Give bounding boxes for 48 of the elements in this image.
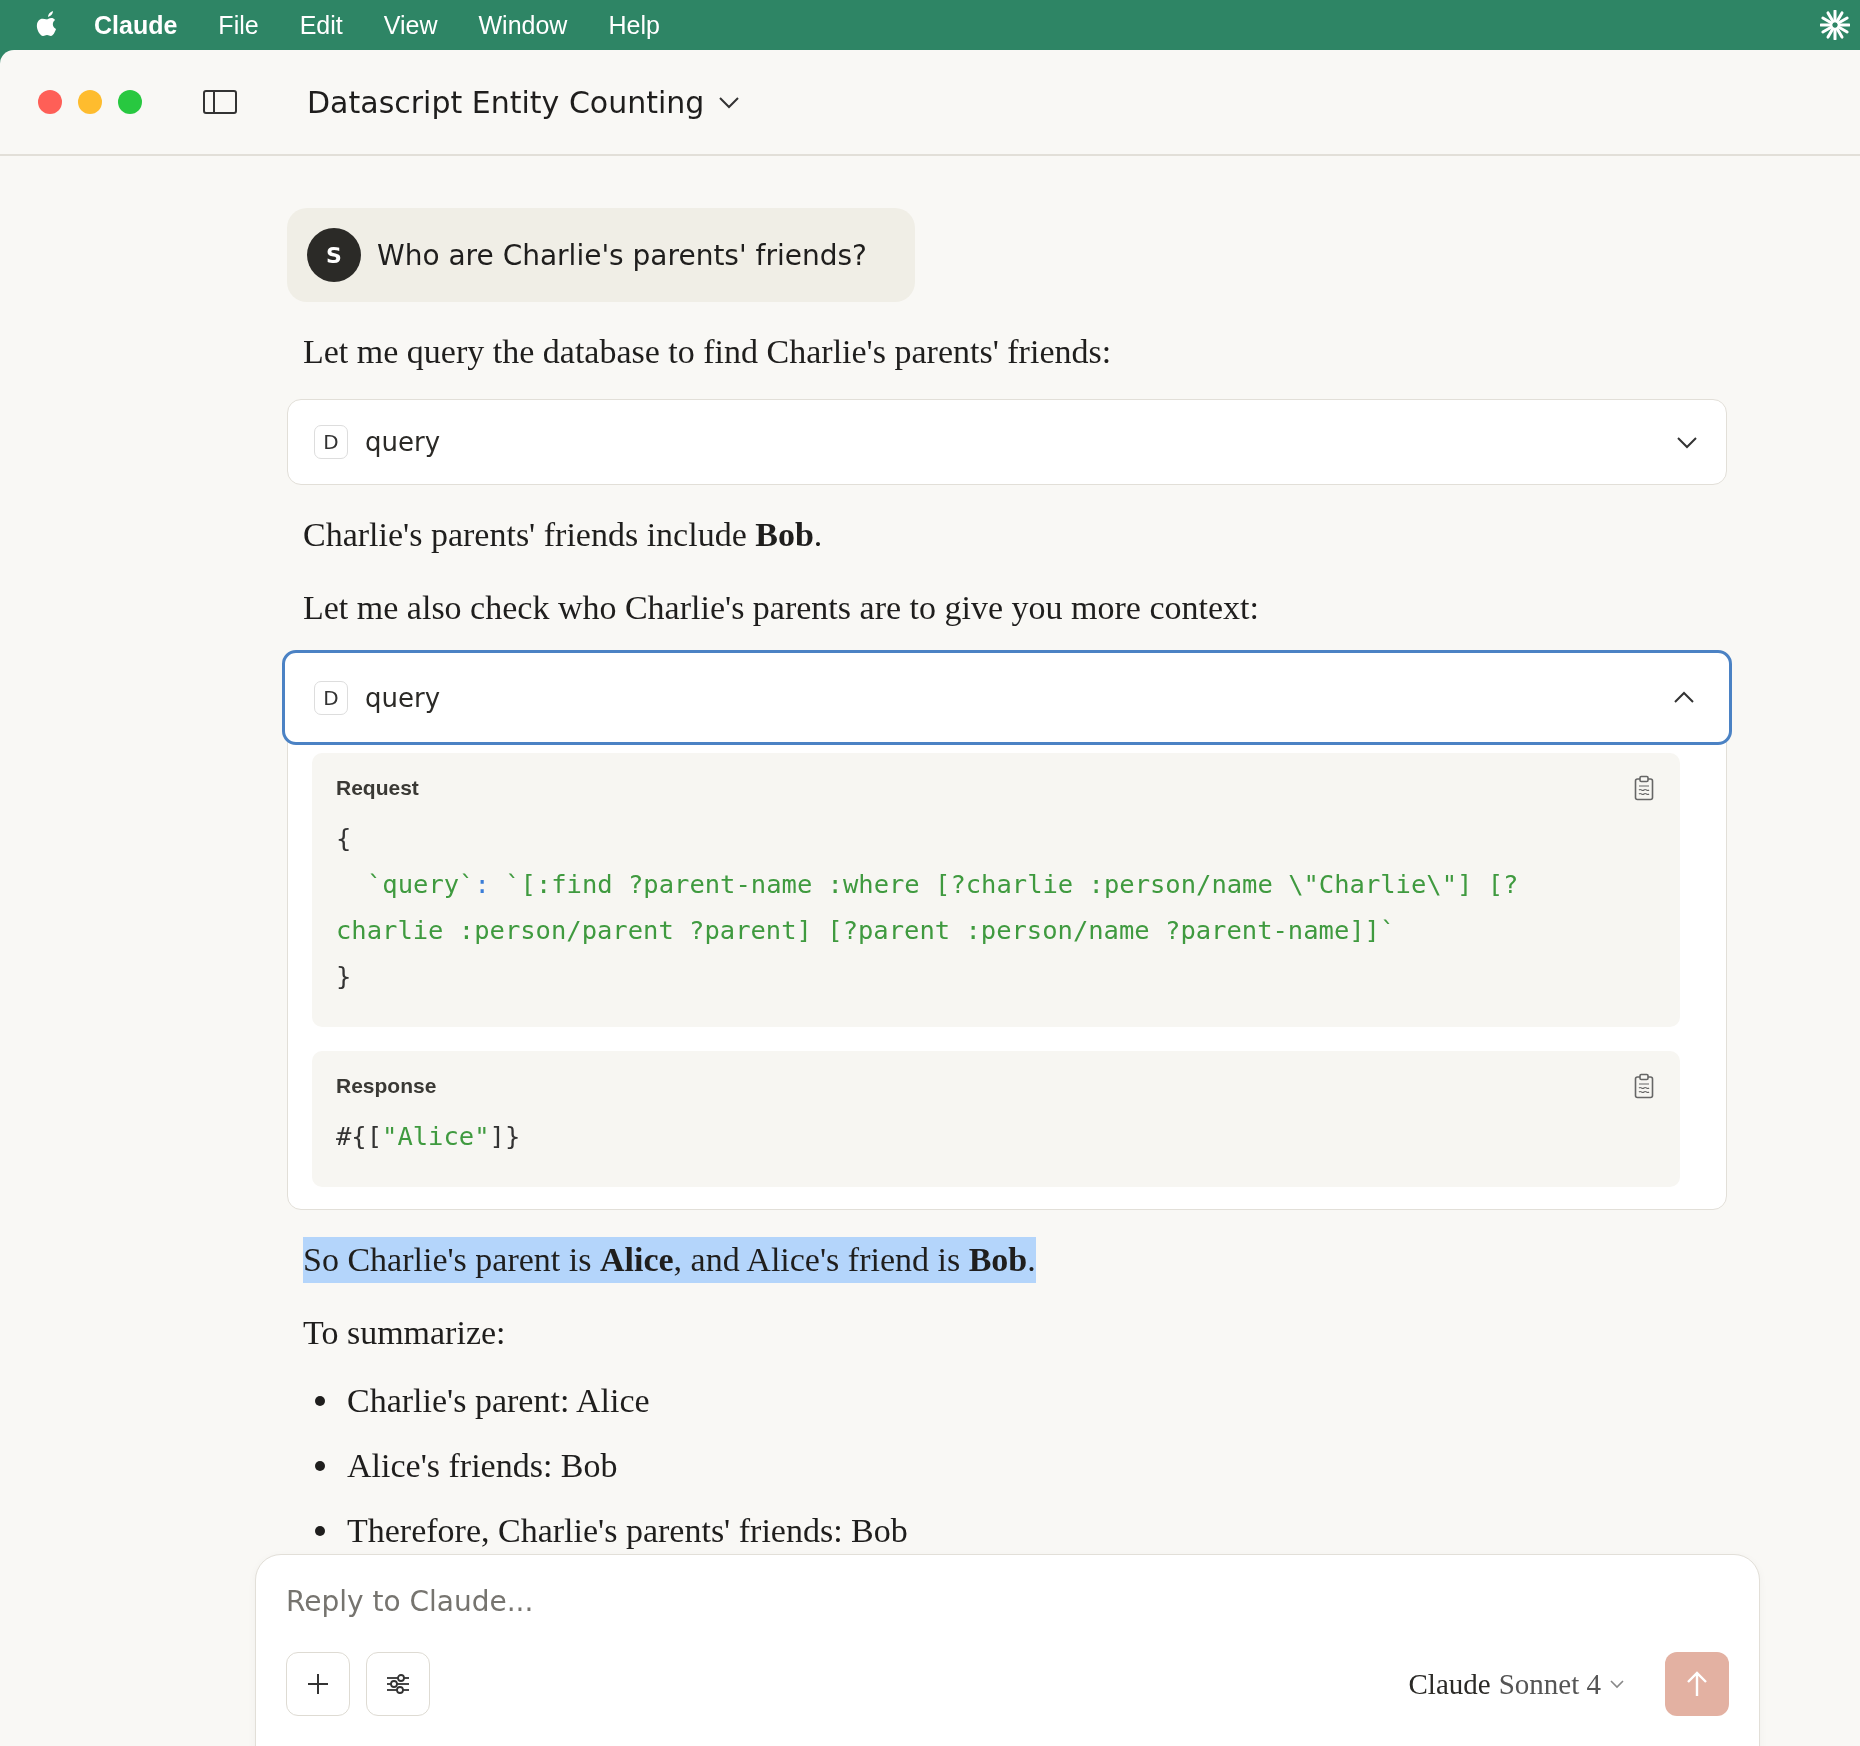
window-title[interactable]: Datascript Entity Counting (307, 84, 705, 120)
tool-call-header[interactable]: D query (282, 650, 1732, 745)
reply-field[interactable]: Reply to Claude... (286, 1585, 1686, 1618)
list-item-text: Charlie's parent: Alice (347, 1381, 650, 1420)
section-title: Request (336, 776, 419, 800)
message-text: Let me also check who Charlie's parents are to give you more context: (303, 588, 1259, 628)
tool-name: query (365, 427, 442, 457)
menu-item[interactable]: File (218, 10, 259, 40)
message-text: Let me query the database to find Charlie's parents' friends: (303, 332, 1112, 372)
arrow-up-icon (1685, 1670, 1709, 1698)
plus-icon (306, 1672, 330, 1696)
menu-item[interactable]: Help (608, 10, 660, 40)
message-text: To summarize: (303, 1313, 506, 1353)
chevron-down-icon (1609, 1679, 1625, 1689)
code-line: #{["Alice"]} (336, 1120, 522, 1153)
menu-item[interactable]: Edit (299, 10, 343, 40)
model-selector[interactable]: Claude Sonnet 4 (1402, 1666, 1631, 1702)
code-line: charlie :person/parent ?parent] [?parent :person/name ?parent-name]]` (336, 914, 1397, 947)
sliders-icon (385, 1673, 411, 1695)
message-text: Who are Charlie's parents' friends? (377, 238, 867, 272)
chevron-down-icon (1676, 435, 1698, 449)
message-text: Charlie's parents' friends include Bob. (303, 515, 823, 555)
settings-button[interactable] (366, 1652, 430, 1716)
user-avatar: S (307, 228, 361, 282)
code-line: { (336, 822, 353, 855)
clipboard-icon[interactable] (1634, 775, 1654, 801)
tool-badge: D (314, 425, 348, 459)
clipboard-icon[interactable] (1634, 1073, 1654, 1099)
list-item-text: Therefore, Charlie's parents' friends: Bob (347, 1511, 908, 1550)
bullet-icon (315, 1460, 325, 1471)
close-button[interactable] (38, 90, 62, 114)
bullet-icon (315, 1525, 325, 1536)
tool-name: query (365, 682, 442, 713)
menu-item[interactable]: Claude (94, 10, 178, 40)
bullet-icon (315, 1395, 325, 1406)
sidebar-toggle-icon[interactable] (203, 90, 237, 114)
selected-text: So Charlie's parent is Alice, and Alice's friend is Bob. (303, 1237, 1036, 1283)
chevron-up-icon (1673, 691, 1695, 704)
code-line: } (336, 960, 353, 993)
asterisk-icon[interactable] (1820, 10, 1850, 40)
code-line: `query`: `[:find ?parent-name :where [?charlie :person/name \"Charlie\"] [? (366, 868, 1520, 901)
chevron-down-icon (718, 95, 741, 109)
section-title: Response (336, 1074, 437, 1098)
menu-item[interactable]: View (383, 10, 438, 40)
menu-item[interactable]: Window (478, 10, 568, 40)
list-item-text: Alice's friends: Bob (347, 1446, 618, 1485)
tool-call-header[interactable]: D query (288, 400, 1726, 484)
tool-badge: D (314, 680, 348, 715)
